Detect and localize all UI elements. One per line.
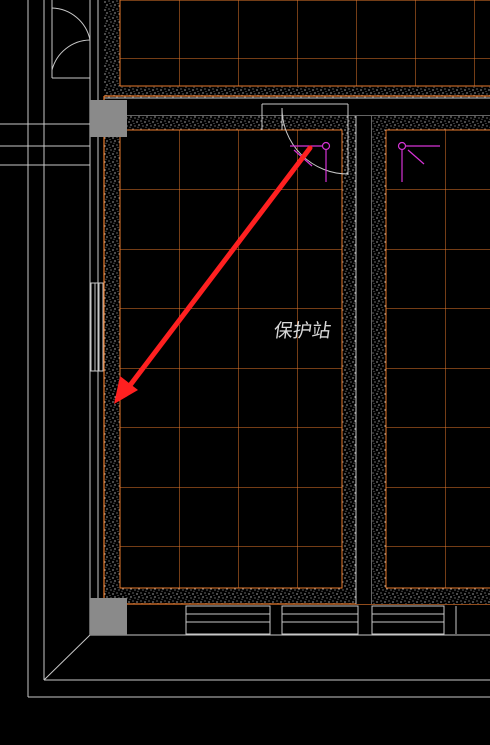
top-room-tile-grid (120, 0, 490, 86)
room-label: 保护站 (272, 319, 332, 342)
main-room-tile-grid (120, 130, 342, 588)
door-symbol-top-left (51, 7, 91, 71)
corridor-strip (104, 98, 490, 116)
cad-floor-plan: 保护站 (0, 0, 490, 698)
column-bottom-left (90, 598, 127, 635)
bottom-wall-details (185, 605, 457, 635)
right-room-tile-grid (386, 130, 490, 588)
partition-wall (356, 116, 372, 604)
window-left-wall (90, 282, 104, 372)
column-top-left (90, 100, 127, 137)
